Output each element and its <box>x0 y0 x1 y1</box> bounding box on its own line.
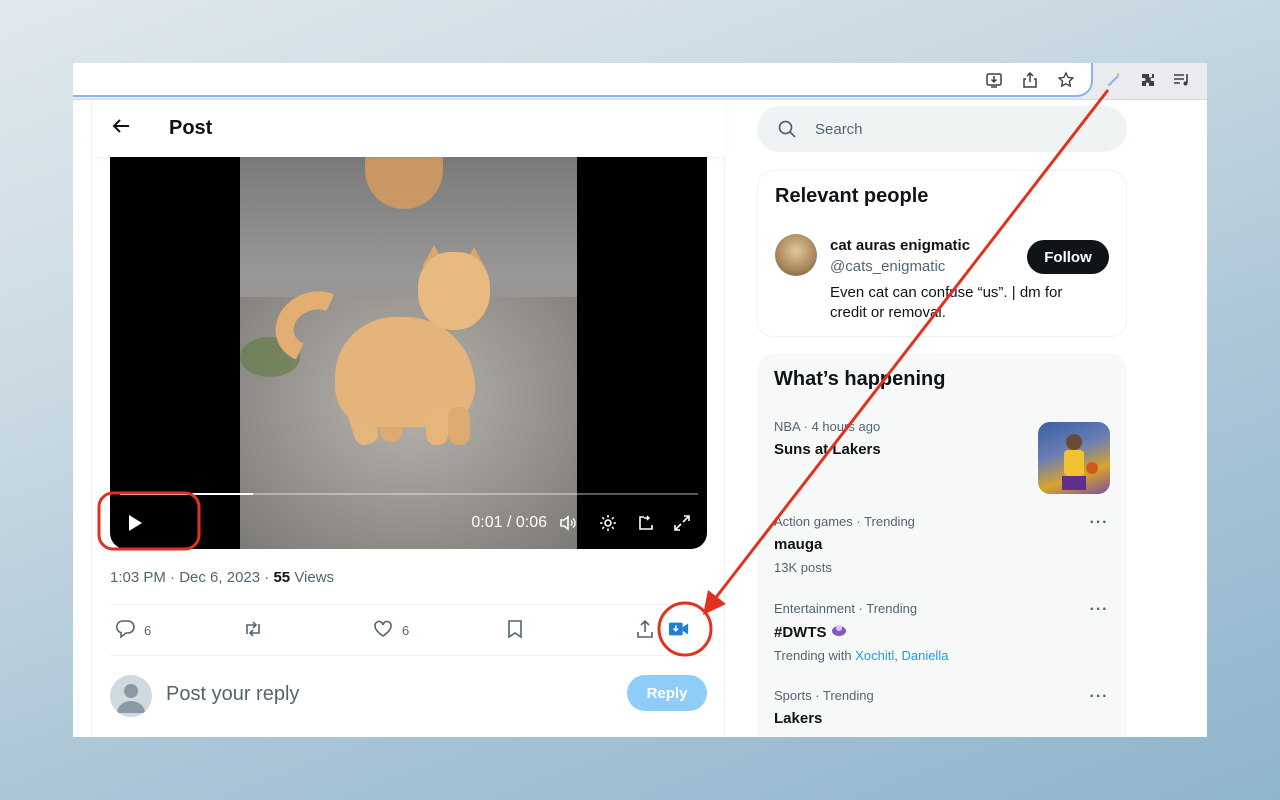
search-bar[interactable] <box>757 106 1127 152</box>
divider <box>110 655 707 656</box>
page-title: Post <box>169 117 213 139</box>
views-label: Views <box>294 569 335 586</box>
trend-meta: Action games · Trending <box>774 514 915 529</box>
reply-input[interactable]: Post your reply <box>166 683 299 706</box>
share-icon[interactable] <box>1019 69 1041 91</box>
like-count: 6 <box>402 622 410 638</box>
trend-name: Lakers <box>774 710 823 727</box>
browser-toolbar <box>73 63 1207 100</box>
share-upload-icon <box>634 618 656 643</box>
person-name[interactable]: cat auras enigmatic <box>830 237 970 254</box>
video-controls: 0:01 / 0:06 <box>110 499 707 549</box>
settings-gear-icon[interactable] <box>597 512 619 534</box>
whats-happening-card: What’s happening NBA · 4 hours ago Suns … <box>757 354 1127 737</box>
like-button[interactable]: 6 <box>372 605 409 655</box>
trend-meta: Entertainment · Trending <box>774 601 918 616</box>
trend-item[interactable]: Action games · Trending mauga 13K posts … <box>774 514 1110 575</box>
trend-meta: Sports · Trending <box>774 688 874 703</box>
video-download-icon <box>668 618 690 643</box>
trend-item[interactable]: Entertainment · Trending #DWTS Trending … <box>774 601 1110 663</box>
relevant-people-title: Relevant people <box>775 185 929 207</box>
media-queue-icon[interactable] <box>1171 69 1193 91</box>
trend-item[interactable]: Sports · Trending Lakers ··· <box>774 688 1110 737</box>
post-column: Post 0:01 / 0:06 1:03 PM · Dec 6, 2023 ·… <box>91 100 726 737</box>
arrow-left-icon <box>111 116 131 142</box>
reply-bubble-icon <box>114 618 136 643</box>
volume-icon[interactable] <box>557 512 579 534</box>
relevant-people-card: Relevant people cat auras enigmatic @cat… <box>757 170 1127 337</box>
search-icon <box>777 119 797 139</box>
trend-thumbnail <box>1038 422 1110 494</box>
post-time[interactable]: 1:03 PM <box>110 569 166 586</box>
bookmark-button[interactable] <box>504 605 526 655</box>
whats-happening-title: What’s happening <box>774 368 946 390</box>
download-video-button[interactable] <box>668 605 690 655</box>
repost-icon <box>242 618 264 643</box>
video-player[interactable]: 0:01 / 0:06 <box>110 157 707 549</box>
trend-name: #DWTS <box>774 623 1110 641</box>
trend-link[interactable]: Xochitl <box>855 648 894 663</box>
back-button[interactable] <box>93 109 149 149</box>
dwts-hashflag-icon <box>831 624 847 641</box>
repost-button[interactable] <box>242 605 264 655</box>
avatar <box>110 675 152 717</box>
reply-composer: Post your reply Reply <box>110 665 707 725</box>
pip-icon[interactable] <box>635 512 657 534</box>
reply-count: 6 <box>144 622 152 638</box>
post-header: Post <box>92 100 726 157</box>
bookmark-star-icon[interactable] <box>1055 69 1077 91</box>
extension-wand-icon[interactable] <box>1103 69 1125 91</box>
person-handle[interactable]: @cats_enigmatic <box>830 258 945 275</box>
trend-name: mauga <box>774 536 823 553</box>
video-frame <box>240 157 577 549</box>
bookmark-icon <box>504 618 526 643</box>
video-time: 0:01 / 0:06 <box>471 514 547 531</box>
play-icon <box>122 515 146 539</box>
share-post-button[interactable] <box>634 605 656 655</box>
trend-post-count: 13K posts <box>774 560 832 575</box>
search-input[interactable] <box>815 118 1095 140</box>
more-options-button[interactable]: ··· <box>1088 688 1110 710</box>
address-bar[interactable] <box>73 63 1093 97</box>
heart-icon <box>372 618 394 643</box>
reply-submit-button[interactable]: Reply <box>627 675 707 711</box>
avatar[interactable] <box>775 234 817 276</box>
browser-window: Post 0:01 / 0:06 1:03 PM · Dec 6, 2023 ·… <box>73 63 1207 737</box>
follow-button[interactable]: Follow <box>1027 240 1109 274</box>
views-count: 55 <box>273 569 291 586</box>
more-options-button[interactable]: ··· <box>1088 601 1110 623</box>
install-app-icon[interactable] <box>983 69 1005 91</box>
reply-button[interactable]: 6 <box>114 605 151 655</box>
post-date[interactable]: Dec 6, 2023 <box>179 569 260 586</box>
fullscreen-icon[interactable] <box>671 512 693 534</box>
trend-item[interactable]: NBA · 4 hours ago Suns at Lakers <box>774 419 1110 499</box>
video-progress-fill <box>120 493 253 495</box>
trend-related: Trending with Xochitl, Daniella <box>774 648 949 663</box>
post-meta: 1:03 PM · Dec 6, 2023 · 55 Views <box>110 569 335 586</box>
person-bio: Even cat can confuse “us”. | dm for cred… <box>830 284 1063 321</box>
post-actions: 6 6 <box>110 605 707 655</box>
trend-link[interactable]: Daniella <box>901 648 948 663</box>
more-options-button[interactable]: ··· <box>1088 514 1110 536</box>
play-button[interactable] <box>122 511 146 535</box>
extensions-puzzle-icon[interactable] <box>1137 69 1159 91</box>
